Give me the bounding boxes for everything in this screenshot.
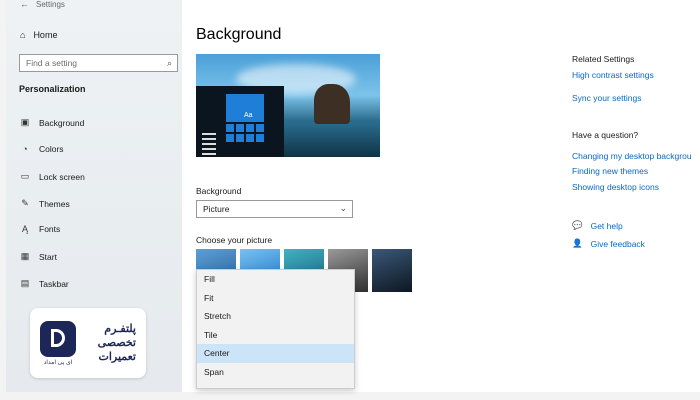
start-icon: ▦ — [20, 251, 30, 261]
desktop-background-link[interactable]: Changing my desktop backgrou — [572, 151, 692, 161]
brush-icon: ✎ — [21, 198, 29, 208]
search-input[interactable]: Find a setting ⌕ — [19, 54, 178, 72]
new-themes-link[interactable]: Finding new themes — [572, 166, 648, 176]
get-help-label: Get help — [590, 220, 623, 231]
lock-screen-icon: ▭ — [20, 171, 30, 181]
question-title: Have a question? — [572, 130, 639, 140]
sidebar-item-label: Colors — [39, 144, 64, 154]
main-content: Background Aa Background Picture ⌄ Choos… — [182, 0, 700, 392]
logo-line-1: پلتفـرم — [104, 322, 136, 335]
taskbar-icon: ▤ — [20, 278, 30, 288]
sidebar-item-taskbar[interactable]: ▤ Taskbar — [20, 278, 69, 289]
sidebar-item-colors[interactable]: ◔ Colors — [20, 144, 64, 154]
desktop-icons-link[interactable]: Showing desktop icons — [572, 182, 659, 192]
related-settings-title: Related Settings — [572, 54, 635, 64]
sidebar-item-label: Taskbar — [39, 278, 69, 289]
give-feedback-label: Give feedback — [590, 238, 645, 249]
fonts-icon: Ą — [21, 224, 28, 234]
sidebar-item-themes[interactable]: ✎ Themes — [20, 198, 70, 209]
back-arrow-icon[interactable]: ← — [20, 0, 29, 9]
logo-text: پلتفـرم تخصصی تعمیرات — [98, 322, 136, 365]
feedback-icon: 👤 — [572, 238, 583, 248]
fit-option[interactable]: Stretch — [197, 307, 354, 326]
fit-dropdown[interactable]: Fill Fit Stretch Tile Center Span — [196, 269, 355, 389]
search-placeholder: Find a setting — [26, 58, 78, 68]
sync-settings-link[interactable]: Sync your settings — [572, 93, 641, 103]
picture-thumbnail[interactable] — [372, 249, 412, 292]
sidebar-item-start[interactable]: ▦ Start — [20, 251, 57, 262]
picture-icon: ▣ — [20, 117, 30, 127]
fit-option-selected[interactable]: Center — [197, 344, 354, 363]
palette-icon: ◔ — [22, 144, 28, 154]
logo-line-3: تعمیرات — [98, 351, 136, 364]
fit-option[interactable]: Tile — [197, 326, 354, 345]
fit-option[interactable]: Fill — [197, 270, 354, 289]
sidebar-item-label: Lock screen — [39, 171, 85, 182]
fit-option[interactable]: Span — [197, 363, 354, 382]
logo-mark-icon — [40, 320, 76, 357]
watermark-logo: ای پی امداد پلتفـرم تخصصی تعمیرات — [30, 308, 146, 378]
fit-option[interactable]: Fit — [197, 289, 354, 308]
window-title: Settings — [36, 0, 65, 9]
page-title: Background — [196, 26, 282, 43]
home-label: Home — [33, 30, 58, 40]
sidebar-item-label: Themes — [39, 198, 70, 209]
get-help-link[interactable]: 💬 Get help — [572, 220, 623, 231]
logo-line-2: تخصصی — [97, 336, 136, 349]
sidebar-item-fonts[interactable]: Ą Fonts — [20, 224, 60, 234]
logo-subtitle: ای پی امداد — [43, 359, 73, 366]
background-preview: Aa — [196, 54, 380, 157]
sidebar-home[interactable]: ⌂ Home — [20, 30, 57, 40]
help-icon: 💬 — [572, 220, 583, 230]
high-contrast-link[interactable]: High contrast settings — [572, 70, 654, 80]
sidebar-item-label: Start — [39, 251, 57, 262]
settings-sidebar: ← Settings ⌂ Home Find a setting ⌕ Perso… — [6, 0, 183, 392]
sidebar-item-background[interactable]: ▣ Background — [20, 117, 85, 128]
section-title: Personalization — [19, 84, 86, 94]
background-label: Background — [196, 186, 242, 196]
preview-tile-label: Aa — [244, 112, 253, 119]
search-icon[interactable]: ⌕ — [167, 58, 172, 69]
sidebar-item-label: Fonts — [39, 224, 61, 234]
background-select[interactable]: Picture ⌄ — [196, 200, 353, 218]
home-icon: ⌂ — [20, 30, 26, 40]
choose-picture-label: Choose your picture — [196, 235, 273, 245]
sidebar-item-lock-screen[interactable]: ▭ Lock screen — [20, 171, 85, 182]
give-feedback-link[interactable]: 👤 Give feedback — [572, 238, 645, 249]
chevron-down-icon: ⌄ — [339, 203, 347, 213]
sidebar-item-label: Background — [39, 117, 85, 128]
background-select-value: Picture — [203, 204, 230, 214]
